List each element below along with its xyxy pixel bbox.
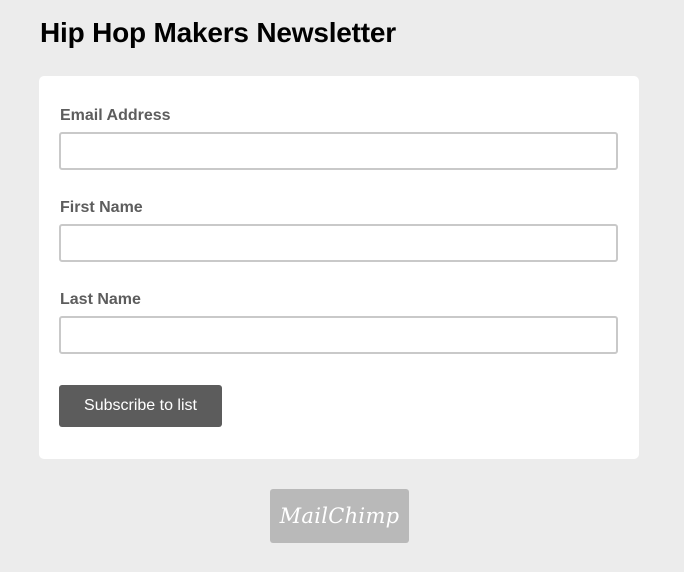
page-title: Hip Hop Makers Newsletter	[40, 17, 396, 48]
last-name-field[interactable]	[59, 316, 618, 354]
email-field[interactable]	[59, 132, 618, 170]
email-label: Email Address	[60, 107, 171, 124]
first-name-label: First Name	[60, 199, 143, 216]
mailchimp-badge[interactable]: MailChimp	[270, 489, 409, 543]
last-name-label: Last Name	[60, 291, 141, 308]
subscribe-button[interactable]: Subscribe to list	[59, 385, 222, 427]
mailchimp-logo: MailChimp	[279, 504, 400, 528]
first-name-field[interactable]	[59, 224, 618, 262]
signup-form: Email Address First Name Last Name Subsc…	[39, 76, 639, 459]
